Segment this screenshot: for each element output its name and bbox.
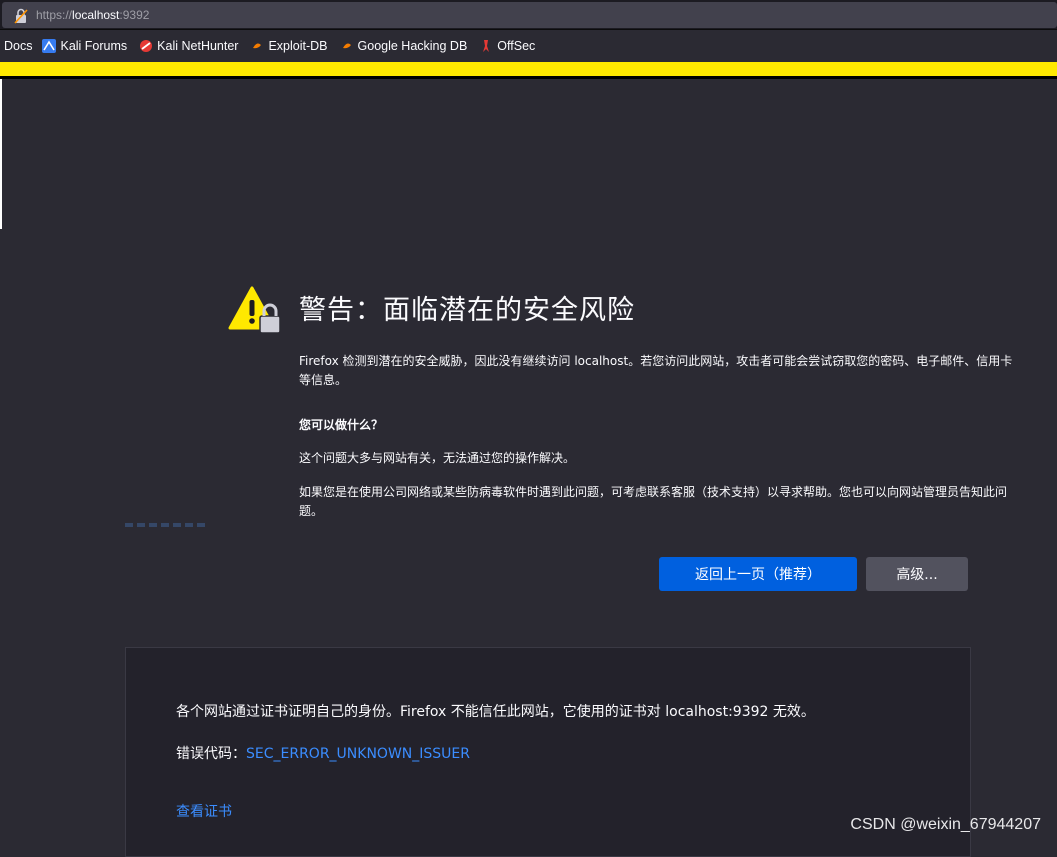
exploit-db-icon	[253, 43, 262, 49]
url-field[interactable]: https://localhost:9392	[2, 2, 1057, 28]
faint-link-artifact	[125, 523, 207, 527]
bookmark-google-hacking-db[interactable]: Google Hacking DB	[340, 39, 467, 53]
what-can-you-do-heading: 您可以做什么？	[299, 418, 384, 432]
kali-dragon-icon	[42, 39, 57, 53]
edge-line	[0, 79, 2, 229]
divider	[0, 76, 1057, 79]
warning-lock-icon	[228, 286, 281, 334]
error-code-line: 错误代码：SEC_ERROR_UNKNOWN_ISSUER	[176, 743, 470, 763]
insecure-lock-icon[interactable]	[14, 8, 28, 24]
bookmark-docs[interactable]: Docs	[4, 39, 32, 53]
offsec-icon	[483, 40, 490, 52]
advanced-button[interactable]: 高级...	[866, 557, 968, 591]
bookmark-exploit-db[interactable]: Exploit-DB	[250, 39, 328, 53]
bookmarks-toolbar: Docs Kali Forums Kali NetHunter Exploit-…	[0, 30, 1057, 62]
warning-stripe	[0, 62, 1057, 76]
error-code-label: 错误代码：	[176, 746, 246, 762]
go-back-button[interactable]: 返回上一页（推荐）	[659, 557, 857, 591]
bookmark-offsec[interactable]: OffSec	[479, 39, 535, 53]
bookmark-kali-nethunter[interactable]: Kali NetHunter	[139, 39, 238, 53]
page-title: 警告：面临潜在的安全风险	[299, 295, 635, 326]
url-bar[interactable]: https://localhost:9392	[0, 0, 1057, 30]
watermark: CSDN @weixin_67944207	[850, 816, 1041, 833]
bookmark-kali-forums[interactable]: Kali Forums	[42, 39, 127, 53]
site-issue-text: 这个问题大多与网站有关，无法通过您的操作解决。	[299, 451, 576, 465]
certificate-explanation: 各个网站通过证书证明自己的身份。Firefox 不能信任此网站，它使用的证书对 …	[176, 704, 815, 720]
url-text[interactable]: https://localhost:9392	[36, 8, 149, 22]
help-text: 如果您是在使用公司网络或某些防病毒软件时遇到此问题，可考虑联系客服（技术支持）以…	[299, 485, 1008, 518]
ghdb-icon	[342, 43, 351, 49]
advanced-panel: 各个网站通过证书证明自己的身份。Firefox 不能信任此网站，它使用的证书对 …	[125, 647, 971, 857]
error-code-link[interactable]: SEC_ERROR_UNKNOWN_ISSUER	[246, 746, 470, 762]
nethunter-icon	[140, 40, 153, 52]
threat-description: Firefox 检测到潜在的安全威胁，因此没有继续访问 localhost。若您…	[299, 354, 1013, 387]
view-certificate-link[interactable]: 查看证书	[176, 801, 232, 821]
